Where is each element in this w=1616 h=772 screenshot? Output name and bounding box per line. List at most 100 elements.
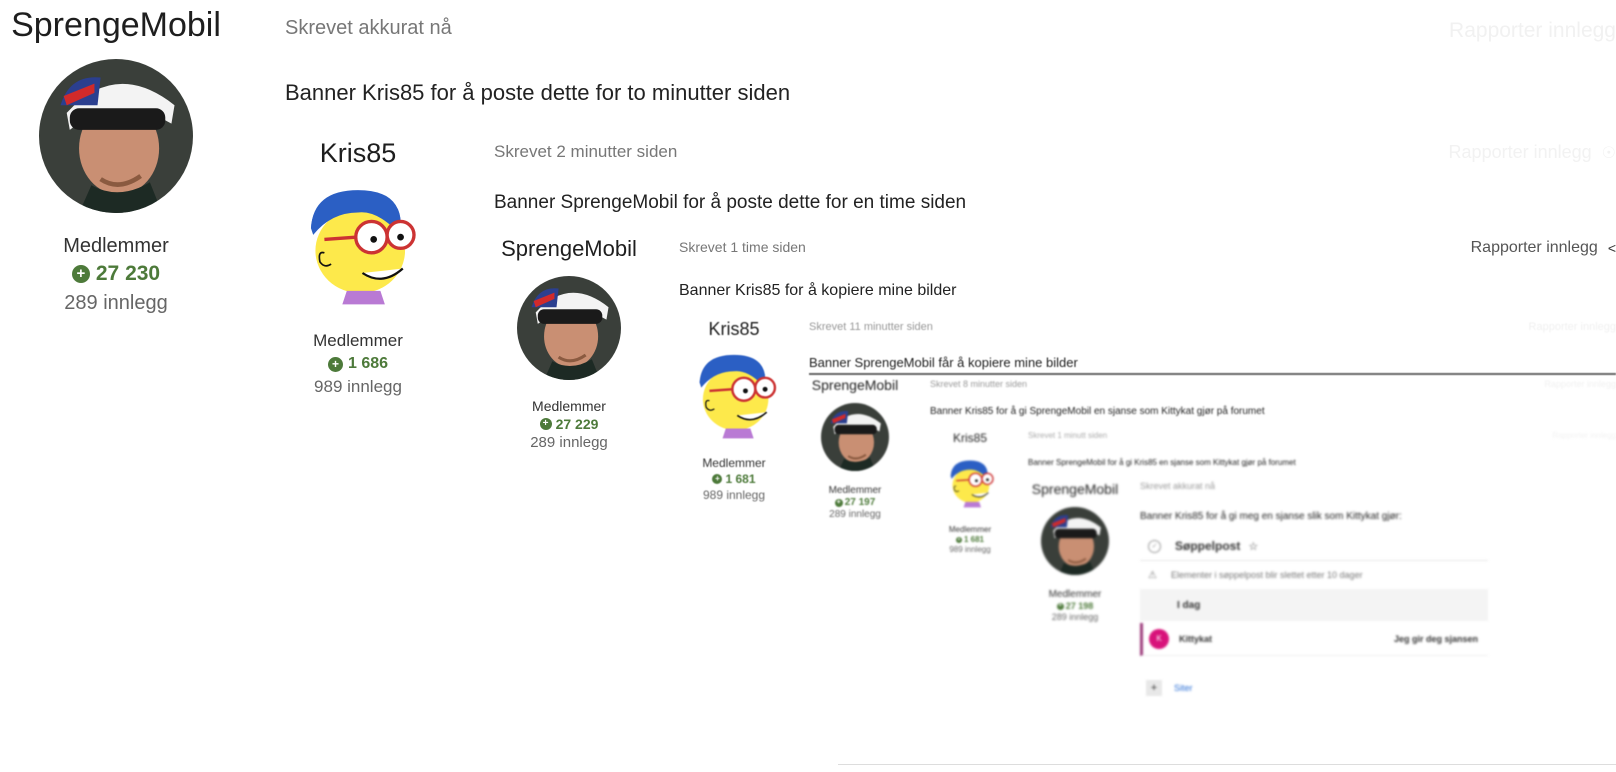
star-icon[interactable]: ☆ [1248, 540, 1258, 553]
quote-link[interactable]: Siter [1174, 683, 1193, 693]
post-count: 989 innlegg [702, 488, 766, 502]
mail-list-item[interactable]: K Kittykat Jeg gir deg sjansen [1140, 623, 1488, 656]
report-label[interactable]: Rapporter innlegg [1529, 321, 1616, 333]
warning-icon: ⚠ [1148, 569, 1157, 581]
plus-circle-icon: + [955, 536, 962, 543]
report-post-button[interactable]: Rapporter innlegg ☉ [1449, 142, 1616, 163]
plus-circle-icon: + [71, 265, 90, 283]
member-rank: Medlemmer [948, 525, 992, 534]
report-post-button[interactable]: Rapporter innlegg [1529, 321, 1616, 333]
avatar[interactable] [517, 276, 621, 380]
mail-sender: Kittykat [1179, 634, 1213, 644]
member-rank: Medlemmer [702, 456, 766, 470]
post-timestamp[interactable]: Skrevet 11 minutter siden [809, 321, 1616, 333]
avatar[interactable] [39, 59, 193, 213]
plus-icon[interactable]: + [1146, 680, 1162, 696]
avatar[interactable] [693, 350, 777, 440]
report-label[interactable]: Rapporter innlegg [1471, 239, 1598, 257]
report-label[interactable]: Rapporter innlegg [1544, 379, 1616, 389]
plus-circle-icon: + [539, 418, 552, 430]
post-timestamp[interactable]: Skrevet 8 minutter siden [930, 379, 1616, 389]
report-post-button[interactable]: Rapporter innlegg < [1471, 239, 1616, 257]
author-username[interactable]: SprengeMobil [1032, 481, 1118, 497]
post-content: Skrevet 2 minutter siden Rapporter innle… [494, 132, 1616, 702]
member-rank: Medlemmer [313, 331, 403, 350]
post-timestamp[interactable]: Skrevet akkurat nå [285, 17, 1616, 40]
sender-avatar: K [1149, 629, 1169, 649]
avatar[interactable] [947, 453, 994, 513]
post-body: Banner Kris85 for å gi meg en sjanse sli… [1140, 511, 1402, 522]
post-content: Skrevet 11 minutter siden Rapporter innl… [809, 316, 1616, 702]
member-rank: Medlemmer [63, 235, 169, 257]
post-body: Banner SprengeMobil for å poste dette fo… [494, 192, 967, 213]
report-post-button[interactable]: Rapporter innlegg [1544, 379, 1616, 389]
report-post-button[interactable]: Rapporter innlegg [1552, 431, 1616, 440]
post-body: Banner Kris85 for å gi SprengeMobil en s… [930, 406, 1265, 417]
author-username[interactable]: Kris85 [320, 138, 397, 169]
post-content: Skrevet 1 time siden Rapporter innlegg < … [679, 230, 1616, 702]
author-panel: SprengeMobil Medlemmer +27 230 289 innle… [0, 0, 232, 702]
author-panel: Kris85 Medlemmer +1 681 989 innlegg [679, 316, 789, 702]
post-count: 289 innlegg [530, 434, 608, 451]
quote-sprengemobil-4: SprengeMobil Medlemmer +27 198 289 innle… [1028, 479, 1616, 702]
author-username[interactable]: Kris85 [708, 319, 759, 340]
plus-circle-icon: + [834, 498, 843, 507]
reputation: +27 198 [1056, 601, 1093, 611]
post-count: 289 innlegg [64, 292, 168, 314]
reputation: +1 681 [955, 535, 985, 544]
avatar[interactable] [821, 403, 889, 471]
reputation: +27 229 [539, 416, 598, 432]
avatar[interactable] [302, 181, 416, 309]
reputation: +27 230 [71, 262, 161, 286]
post-count: 989 innlegg [314, 377, 402, 396]
author-panel: SprengeMobil Medlemmer +27 198 289 innle… [1028, 479, 1122, 702]
mail-footer: + Siter [1140, 674, 1488, 702]
report-label[interactable]: Rapporter innlegg [1449, 19, 1616, 43]
author-username[interactable]: SprengeMobil [501, 236, 637, 262]
report-label[interactable]: Rapporter innlegg [1449, 142, 1592, 163]
post-count: 289 innlegg [829, 509, 881, 520]
post-timestamp[interactable]: Skrevet 1 minutt siden [1028, 431, 1616, 440]
reputation-count: 1 681 [963, 535, 985, 544]
reputation: +1 681 [712, 472, 756, 486]
post-body: Banner SprengeMobil for å gi Kris85 en s… [1028, 458, 1296, 467]
reputation-count: 1 686 [347, 355, 389, 372]
divider [838, 764, 1616, 765]
share-icon[interactable]: ☉ [1602, 143, 1616, 163]
post-timestamp[interactable]: Skrevet akkurat nå [1140, 481, 1616, 491]
mail-notice: ⚠ Elementer i søppelpost blir slettet et… [1140, 561, 1488, 589]
author-panel: Kris85 Medlemmer +1 686 989 innlegg [285, 132, 431, 702]
check-circle-icon[interactable]: ✓ [1148, 539, 1161, 553]
share-icon[interactable]: < [1608, 240, 1616, 256]
post-body: Banner SprengeMobil får å kopiere mine b… [809, 355, 1616, 375]
plus-circle-icon: + [1056, 602, 1064, 610]
post-body: Banner Kris85 for å kopiere mine bilder [679, 282, 957, 299]
avatar[interactable] [1041, 507, 1109, 575]
reputation-count: 27 230 [95, 262, 161, 285]
quote-sprengemobil-3: SprengeMobil Medlemmer +27 197 289 innle… [809, 377, 1616, 702]
quote-kris85-1: Kris85 Medlemmer +1 686 989 innlegg Skre… [285, 132, 1616, 702]
plus-circle-icon: + [712, 474, 723, 484]
reputation-count: 1 681 [725, 472, 756, 486]
report-label[interactable]: Rapporter innlegg [1552, 431, 1616, 440]
report-post-button[interactable]: Rapporter innlegg [1449, 19, 1616, 43]
mail-group-header: I dag [1140, 589, 1488, 621]
quote-kris85-2: Kris85 Medlemmer +1 681 989 innlegg Skre… [679, 316, 1616, 702]
member-rank: Medlemmer [1048, 589, 1102, 600]
reputation: +1 686 [327, 355, 389, 373]
author-panel: SprengeMobil Medlemmer +27 197 289 innle… [805, 377, 905, 702]
mail-folder-title: Søppelpost [1175, 539, 1241, 553]
plus-circle-icon: + [327, 356, 343, 372]
author-username[interactable]: Kris85 [953, 431, 987, 445]
post-count: 289 innlegg [1051, 612, 1099, 622]
post-content: Skrevet akkurat nå Banner Kris85 for å g… [1140, 479, 1616, 702]
author-username[interactable]: SprengeMobil [11, 6, 221, 45]
post-count: 989 innlegg [949, 545, 991, 554]
author-username[interactable]: SprengeMobil [812, 377, 898, 393]
post-sprengemobil-1: SprengeMobil Medlemmer +27 230 289 innle… [0, 0, 1616, 702]
mail-preview: Jeg gir deg sjansen [1393, 634, 1478, 644]
reputation: +27 197 [834, 497, 875, 508]
member-rank: Medlemmer [532, 398, 606, 414]
member-rank: Medlemmer [828, 485, 882, 496]
author-panel: SprengeMobil Medlemmer +27 229 289 innle… [494, 230, 644, 702]
